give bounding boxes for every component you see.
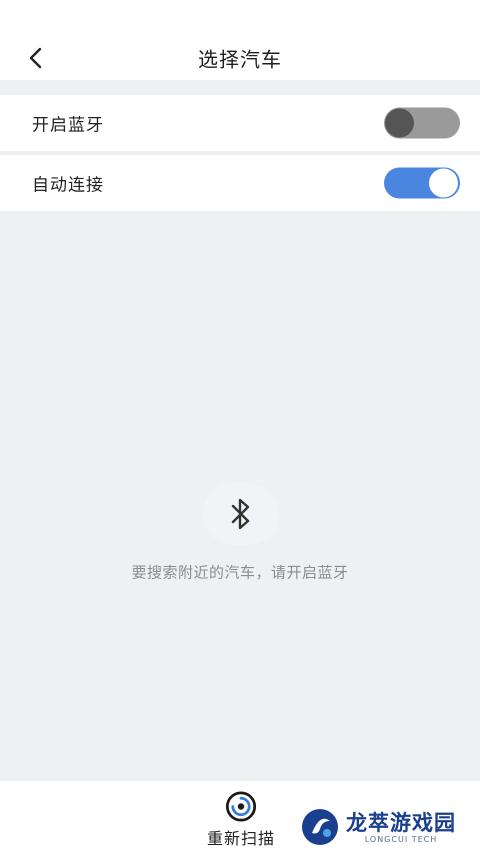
header-bar: 选择汽车 (0, 0, 480, 80)
select-car-screen: 选择汽车 开启蓝牙 自动连接 要搜索附近的汽车，请开启蓝牙 重新扫描 龙萃游戏园… (0, 0, 480, 853)
toggle-knob (429, 168, 458, 198)
watermark-text: 龙萃游戏园 (346, 810, 456, 835)
auto-connect-toggle[interactable] (384, 167, 460, 199)
auto-connect-label: 自动连接 (32, 175, 104, 196)
watermark-subtext: LONGCUI TECH (364, 834, 438, 844)
watermark-emblem-icon (302, 809, 338, 845)
rescan-button[interactable]: 重新扫描 (196, 791, 286, 849)
rescan-label: 重新扫描 (206, 829, 275, 848)
toggle-knob (385, 108, 414, 138)
bluetooth-icon-bubble (203, 483, 279, 545)
watermark-logo: 龙萃游戏园 LONGCUI TECH (300, 805, 470, 849)
radar-scan-icon (225, 791, 257, 822)
bluetooth-toggle[interactable] (384, 107, 460, 139)
auto-connect-setting-row: 自动连接 (0, 155, 480, 211)
empty-state-message: 要搜索附近的汽车，请开启蓝牙 (131, 563, 349, 582)
page-title: 选择汽车 (198, 47, 282, 72)
bluetooth-label: 开启蓝牙 (32, 115, 104, 136)
bluetooth-setting-row: 开启蓝牙 (0, 95, 480, 151)
bluetooth-icon (231, 498, 250, 530)
